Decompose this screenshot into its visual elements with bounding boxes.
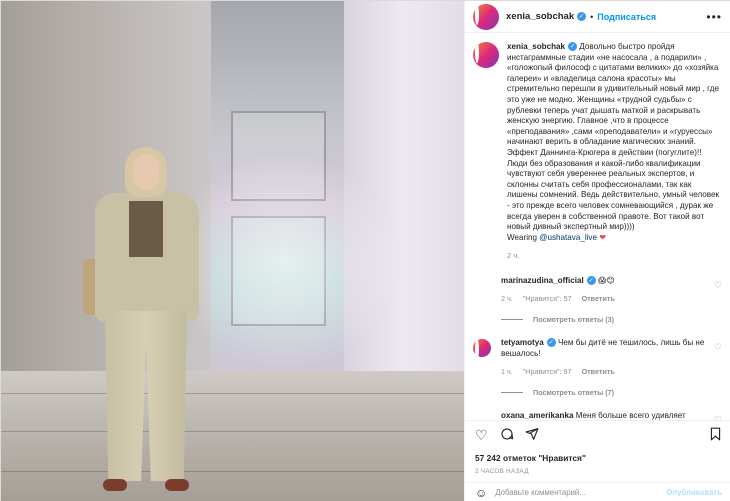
follow-button[interactable]: Подписаться xyxy=(597,12,656,22)
verified-badge-icon: ✓ xyxy=(577,12,587,21)
post-actions: ♡ 57 242 отметок "Нравится" 2 ЧАСОВ НАЗА… xyxy=(465,420,730,475)
post-time-ago[interactable]: 2 ЧАСОВ НАЗАД xyxy=(475,468,722,475)
comment-reply-button[interactable]: Ответить xyxy=(582,294,615,303)
photo-floor-seam xyxy=(1,431,464,432)
bookmark-icon[interactable] xyxy=(709,427,722,444)
post-caption: xenia_sobchak ✓ Довольно быстро пройдя ин… xyxy=(473,42,722,262)
verified-badge-icon: ✓ xyxy=(586,276,596,286)
comment-meta: 2 ч. "Нравится": 57 Ответить xyxy=(501,294,711,305)
share-icon[interactable] xyxy=(525,427,539,444)
comment-item: oxana_amerikanka Меня больше всего удивл… xyxy=(473,411,722,420)
view-replies-label: Посмотреть ответы (3) xyxy=(533,315,615,325)
comment-body: marinazudina_official ✓ 😱😊 2 ч. "Нравится… xyxy=(501,276,711,305)
post-side-panel: xenia_sobchak ✓ • Подписаться ••• xenia_… xyxy=(464,1,730,501)
header-separator: • xyxy=(590,11,594,22)
caption-text: xenia_sobchak ✓ Довольно быстро пройдя ин… xyxy=(507,42,722,243)
likes-count[interactable]: 57 242 отметок "Нравится" xyxy=(475,453,722,463)
view-replies-line xyxy=(501,319,523,321)
heart-icon[interactable]: ♡ xyxy=(475,427,488,444)
add-comment-bar: ☺ Опубликовать xyxy=(465,482,730,501)
view-replies-button[interactable]: Посмотреть ответы (7) xyxy=(501,388,722,397)
author-username[interactable]: xenia_sobchak xyxy=(506,11,574,22)
photo-person-shoe xyxy=(103,479,127,491)
photo-person-face xyxy=(133,155,159,189)
emoji-smile-icon[interactable]: ☺ xyxy=(475,486,487,500)
view-replies-button[interactable]: Посмотреть ответы (3) xyxy=(501,315,722,324)
publish-button[interactable]: Опубликовать xyxy=(666,488,722,497)
comment-likes[interactable]: "Нравится": 57 xyxy=(523,294,572,303)
comment-item: tetyamotya ✓ Чем бы дитё не тешилось, лиш… xyxy=(473,338,722,378)
commenter-username[interactable]: marinazudina_official xyxy=(501,276,584,285)
action-icon-row: ♡ xyxy=(475,427,722,447)
post-photo[interactable] xyxy=(1,1,464,501)
commenter-avatar[interactable] xyxy=(473,412,491,420)
photo-person-trousers xyxy=(105,311,187,481)
caption-body: xenia_sobchak ✓ Довольно быстро пройдя ин… xyxy=(507,42,722,262)
caption-heart-emoji: ❤ xyxy=(599,232,606,242)
comment-like-heart-icon[interactable]: ♡ xyxy=(714,280,722,291)
photo-person xyxy=(81,141,211,501)
comment-reply-button[interactable]: Ответить xyxy=(582,367,615,376)
comment-input[interactable] xyxy=(495,488,667,497)
commenter-username[interactable]: oxana_amerikanka xyxy=(501,411,573,420)
comment-emoji: 😱😊 xyxy=(598,275,615,285)
photo-floor-seam xyxy=(1,393,464,394)
commenter-username[interactable]: tetyamotya xyxy=(501,338,544,347)
comment-body: oxana_amerikanka Меня больше всего удивл… xyxy=(501,411,711,420)
caption-time[interactable]: 2 ч. xyxy=(507,251,722,262)
comment-meta: 1 ч. "Нравится": 97 Ответить xyxy=(501,367,711,378)
verified-badge-icon: ✓ xyxy=(568,42,578,52)
comment-icon[interactable] xyxy=(500,427,514,444)
photo-person-shoe xyxy=(165,479,189,491)
comment-item: marinazudina_official ✓ 😱😊 2 ч. "Нравится… xyxy=(473,276,722,305)
post-header: xenia_sobchak ✓ • Подписаться ••• xyxy=(465,1,730,33)
author-avatar[interactable] xyxy=(473,3,499,30)
view-replies-line xyxy=(501,391,523,393)
comments-list[interactable]: xenia_sobchak ✓ Довольно быстро пройдя ин… xyxy=(465,34,730,420)
verified-badge-icon: ✓ xyxy=(546,338,556,348)
caption-content: Довольно быстро пройдя инстаграммные ста… xyxy=(507,42,720,242)
photo-person-top xyxy=(129,201,163,257)
comment-body: tetyamotya ✓ Чем бы дитё не тешилось, лиш… xyxy=(501,338,711,378)
comment-like-heart-icon[interactable]: ♡ xyxy=(714,342,722,353)
photo-floor-seam xyxy=(1,471,464,472)
view-replies-label: Посмотреть ответы (7) xyxy=(533,387,615,397)
instagram-post: xenia_sobchak ✓ • Подписаться ••• xenia_… xyxy=(0,0,730,501)
commenter-avatar[interactable] xyxy=(473,339,491,361)
caption-username[interactable]: xenia_sobchak xyxy=(507,42,565,51)
commenter-avatar[interactable] xyxy=(473,277,491,295)
caption-mention-link[interactable]: @ushatava_live xyxy=(539,233,597,242)
comment-time[interactable]: 1 ч. xyxy=(501,367,513,376)
more-options-icon[interactable]: ••• xyxy=(706,10,722,24)
photo-floor xyxy=(1,371,464,501)
author-avatar[interactable] xyxy=(473,42,499,68)
comment-time[interactable]: 2 ч. xyxy=(501,294,513,303)
comment-likes[interactable]: "Нравится": 97 xyxy=(523,367,572,376)
